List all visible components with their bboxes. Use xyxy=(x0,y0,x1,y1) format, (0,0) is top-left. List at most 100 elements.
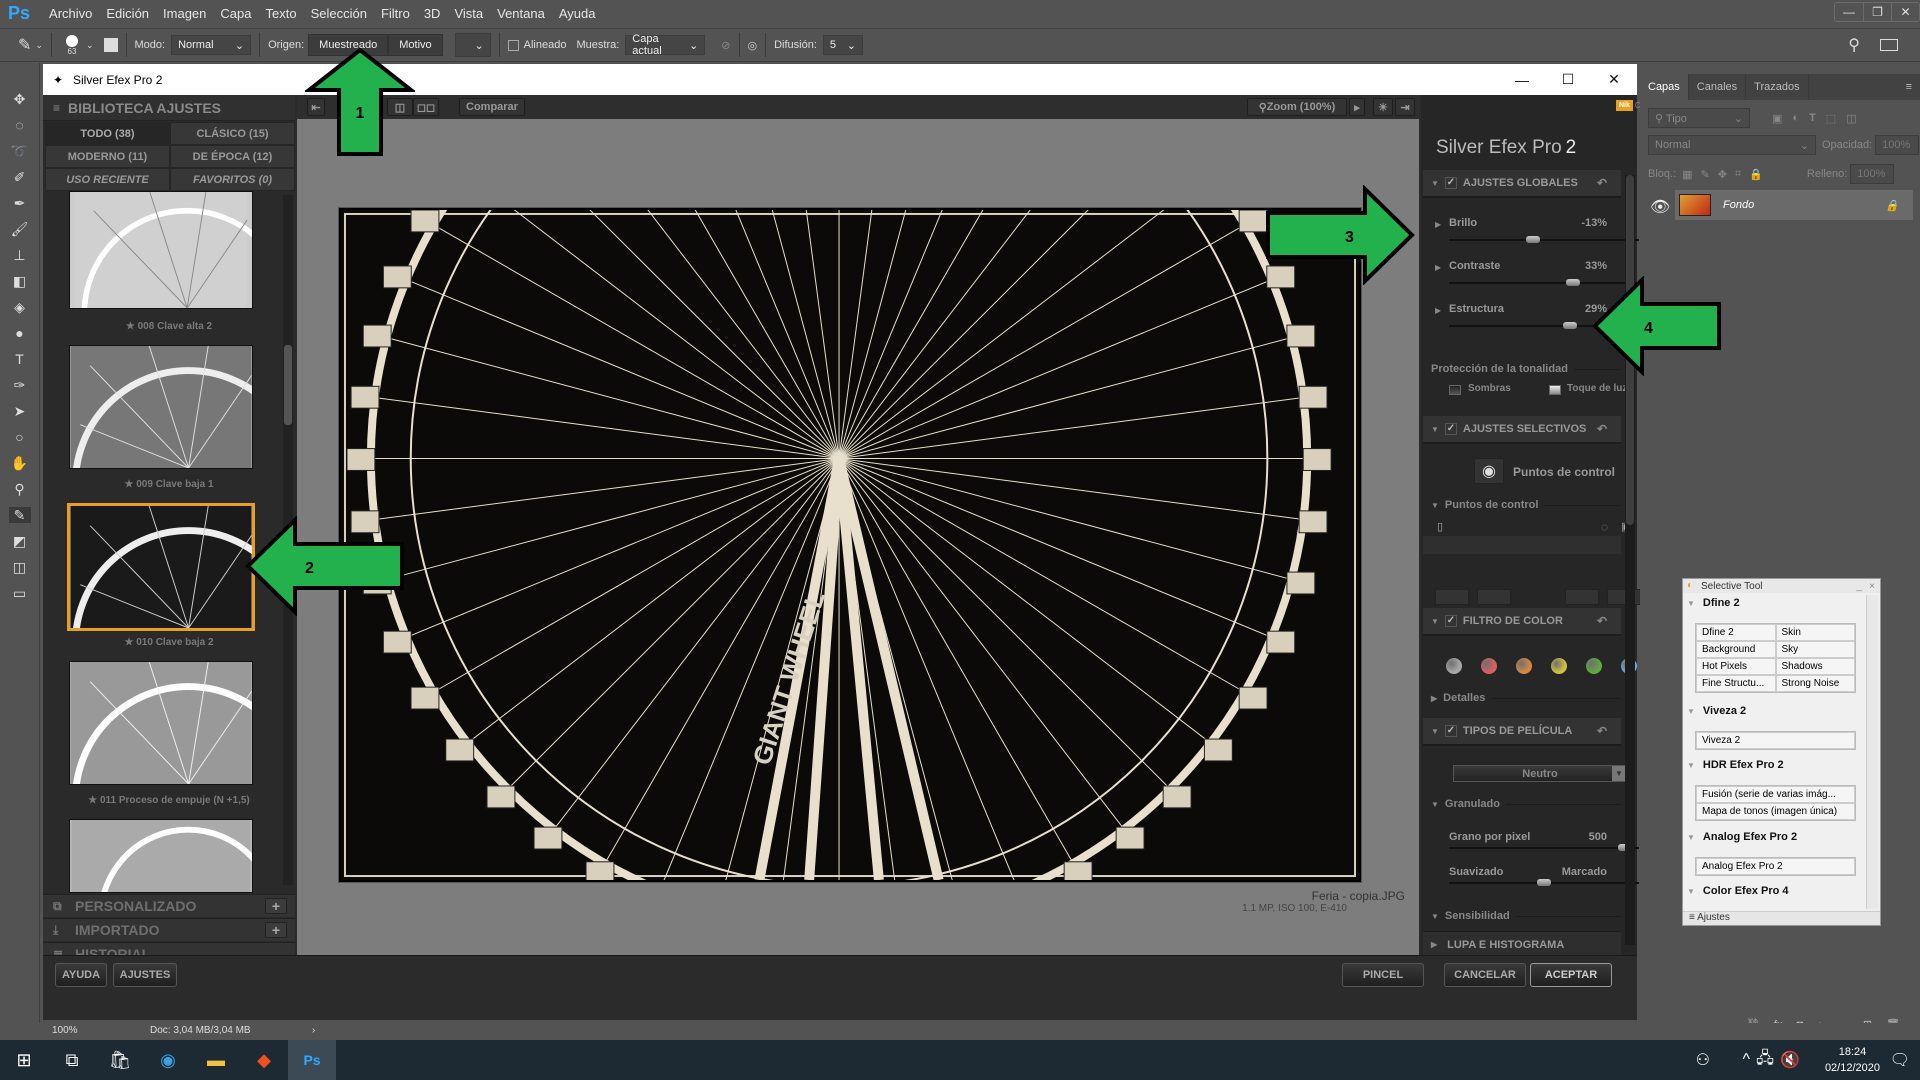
preset-thumbnail[interactable] xyxy=(69,661,253,785)
slider-handle[interactable] xyxy=(1562,322,1577,329)
dfine-item[interactable]: Skin xyxy=(1775,624,1855,641)
pressure-size-icon[interactable]: ◎ xyxy=(748,39,758,52)
edge-icon[interactable]: ◉ xyxy=(144,1040,192,1080)
store-icon[interactable]: 🛍 xyxy=(96,1040,144,1080)
color-filter-enable-checkbox[interactable]: ✓ xyxy=(1444,615,1457,627)
clock[interactable]: 18:24 02/12/2020 xyxy=(1825,1044,1880,1076)
hdr-item[interactable]: Mapa de tonos (imagen única) xyxy=(1696,803,1855,820)
menu-seleccion[interactable]: Selección xyxy=(304,6,374,21)
preview-image[interactable]: GIANT WHEEL xyxy=(338,0,1362,949)
group-viveza[interactable]: Viveza 2 xyxy=(1687,705,1746,717)
healing-brush-icon[interactable]: ✎ xyxy=(18,35,31,55)
menu-3d[interactable]: 3D xyxy=(417,6,448,21)
filter-adjustment-icon[interactable]: ◐ xyxy=(1792,112,1799,124)
tab-channels[interactable]: Canales xyxy=(1689,74,1747,100)
eraser-tool-icon[interactable]: ◧ xyxy=(9,273,31,289)
eyedropper-tool-icon[interactable]: ✒ xyxy=(9,195,31,211)
minimize-button[interactable]: — xyxy=(1835,3,1863,21)
expand-icon[interactable]: ▶ xyxy=(1435,220,1441,229)
settings-button[interactable]: AJUSTES xyxy=(113,963,177,987)
marquee-tool-icon[interactable]: ◌ xyxy=(9,117,31,133)
zoom-arrow-icon[interactable]: ▸ xyxy=(1349,98,1365,116)
screen-mode-icon[interactable]: ▭ xyxy=(9,585,31,601)
selective-enable-checkbox[interactable]: ✓ xyxy=(1444,423,1457,435)
menu-filtro[interactable]: Filtro xyxy=(374,6,417,21)
paint-bucket-tool-icon[interactable]: ◈ xyxy=(9,299,31,315)
side-by-side-icon[interactable]: ◻◻ xyxy=(413,98,439,116)
lasso-tool-icon[interactable]: ➰ xyxy=(9,143,31,159)
clone-source-panel-icon[interactable] xyxy=(103,38,118,52)
brave-icon[interactable]: ◆ xyxy=(240,1040,288,1080)
reset-icon[interactable]: ↶ xyxy=(1597,614,1607,628)
dfine-item[interactable]: Dfine 2 xyxy=(1696,624,1776,641)
selective-tool-scrollbar[interactable] xyxy=(1866,595,1878,909)
task-view-icon[interactable]: ⧉ xyxy=(48,1040,96,1080)
grain-hardness-slider[interactable] xyxy=(1449,879,1639,886)
group-hdr[interactable]: HDR Efex Pro 2 xyxy=(1687,759,1784,771)
minimize-icon[interactable]: _ xyxy=(1856,581,1862,592)
slider-handle[interactable] xyxy=(1537,879,1551,886)
workspace-icon[interactable] xyxy=(1880,39,1898,51)
menu-vista[interactable]: Vista xyxy=(447,6,490,21)
quick-select-tool-icon[interactable]: ✐ xyxy=(9,169,31,185)
brightness-slider[interactable] xyxy=(1449,236,1639,243)
add-control-point-button[interactable]: ◉ xyxy=(1474,458,1504,484)
highlights-swatch-icon[interactable] xyxy=(1549,385,1561,395)
sensitivity-header[interactable]: ▼ Sensibilidad xyxy=(1423,910,1621,922)
group-analog[interactable]: Analog Efex Pro 2 xyxy=(1687,831,1797,843)
grain-per-pixel-slider[interactable] xyxy=(1449,844,1639,851)
library-section-custom[interactable]: ⧉ PERSONALIZADO + xyxy=(43,894,295,917)
dfine-item[interactable]: Sky xyxy=(1775,641,1855,658)
hdr-item[interactable]: Fusión (serie de varias imág... xyxy=(1696,786,1855,803)
film-type-select[interactable]: Neutro ▼ xyxy=(1453,765,1627,782)
color-filter-header[interactable]: ▼ ✓ FILTRO DE COLOR ↶ xyxy=(1423,608,1621,636)
close-icon[interactable]: × xyxy=(1869,581,1875,592)
control-points-list[interactable] xyxy=(1423,536,1621,554)
volume-muted-icon[interactable]: 🔇 xyxy=(1780,1050,1800,1070)
library-section-imported[interactable]: ⤓ IMPORTADO + xyxy=(43,918,295,941)
details-header[interactable]: ▶ Detalles xyxy=(1423,692,1621,704)
chevron-down-icon[interactable]: ⌄ xyxy=(35,40,43,51)
brush-tool-icon[interactable]: 🖌 xyxy=(9,221,31,237)
dfine-item[interactable]: Background xyxy=(1696,641,1776,658)
green-filter-dot[interactable] xyxy=(1586,658,1602,674)
preset-thumbnail[interactable] xyxy=(69,191,253,309)
aligned-checkbox[interactable] xyxy=(507,39,519,51)
move-tool-icon[interactable]: ✥ xyxy=(9,91,31,107)
zoom-button[interactable]: ⚲ Zoom (100%) xyxy=(1247,98,1347,116)
accept-button[interactable]: ACEPTAR xyxy=(1530,963,1612,987)
dfine-item[interactable]: Shadows xyxy=(1775,658,1855,675)
duplicate-point-button[interactable] xyxy=(1565,589,1599,605)
restore-button[interactable]: ❐ xyxy=(1863,3,1891,21)
reset-icon[interactable]: ↶ xyxy=(1597,422,1607,436)
quick-mask-icon[interactable]: ◫ xyxy=(9,559,31,575)
status-menu-arrow-icon[interactable]: › xyxy=(312,1025,315,1036)
expand-icon[interactable]: ▶ xyxy=(1435,306,1441,315)
group-color-efex[interactable]: Color Efex Pro 4 xyxy=(1687,885,1789,897)
ungroup-points-button[interactable] xyxy=(1477,589,1511,605)
neutral-filter-dot[interactable] xyxy=(1446,658,1462,674)
search-icon[interactable]: ⚲ xyxy=(1848,35,1860,55)
lock-position-icon[interactable]: ✥ xyxy=(1718,168,1727,181)
tab-layers[interactable]: Capas xyxy=(1640,74,1689,100)
global-adjustments-header[interactable]: ▼ ✓ AJUSTES GLOBALES ↶ xyxy=(1423,170,1621,198)
filter-pixel-icon[interactable]: ▣ xyxy=(1772,112,1782,125)
reset-icon[interactable]: ↶ xyxy=(1597,724,1607,738)
filter-type-icon[interactable]: T xyxy=(1809,112,1816,124)
layer-filter-select[interactable]: ⚲ Tipo ⌄ xyxy=(1648,108,1750,128)
zoom-tool-icon[interactable]: ⚲ xyxy=(9,481,31,497)
help-button[interactable]: AYUDA xyxy=(55,963,107,987)
hide-controls-icon[interactable]: ⇥ xyxy=(1395,98,1415,116)
stamp-tool-icon[interactable]: ⊥ xyxy=(9,247,31,263)
control-points-list-header[interactable]: ▼ Puntos de control xyxy=(1423,499,1621,511)
tray-chevron-icon[interactable]: ^ xyxy=(1742,1051,1750,1069)
menu-capa[interactable]: Capa xyxy=(213,6,258,21)
orange-filter-dot[interactable] xyxy=(1516,658,1532,674)
diffusion-select[interactable]: 5 ⌄ xyxy=(822,35,863,55)
group-dfine[interactable]: Dfine 2 xyxy=(1687,597,1740,609)
library-tab-classic[interactable]: CLÁSICO (15) xyxy=(170,122,295,145)
menu-ventana[interactable]: Ventana xyxy=(490,6,552,21)
photoshop-taskbar-icon[interactable]: Ps xyxy=(288,1040,336,1080)
analog-item[interactable]: Analog Efex Pro 2 xyxy=(1696,858,1855,875)
expand-icon[interactable]: ▶ xyxy=(1435,263,1441,272)
